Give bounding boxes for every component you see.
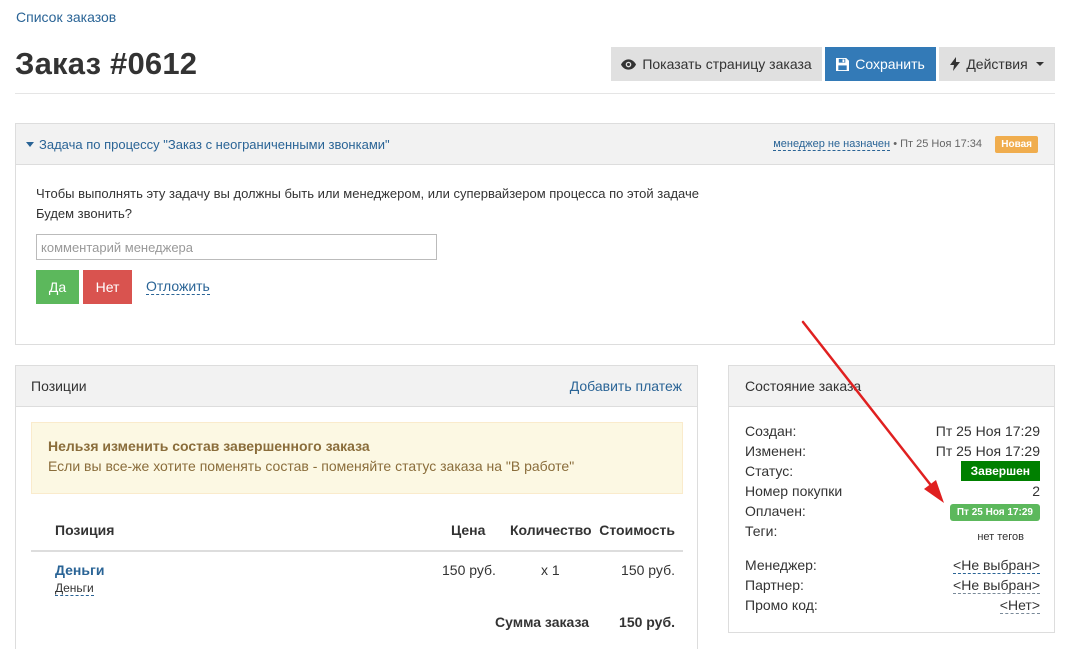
column-header-quantity: Количество <box>510 522 592 538</box>
tags-value: нет тегов <box>977 531 1024 543</box>
paid-badge: Пт 25 Ноя 17:29 <box>949 504 1040 521</box>
task-time: • Пт 25 Ноя 17:34 <box>893 138 982 150</box>
yes-button[interactable]: Да <box>36 270 79 304</box>
item-price: 150 руб. <box>442 562 496 578</box>
status-badge: Завершен <box>960 461 1040 481</box>
positions-panel: Позиции Добавить платеж Нельзя изменить … <box>15 365 698 649</box>
order-sum-label: Сумма заказа <box>495 614 590 630</box>
positions-title: Позиции <box>31 378 87 394</box>
show-order-page-button[interactable]: Показать страницу заказа <box>611 47 822 81</box>
task-title-toggle[interactable]: Задача по процессу "Заказ с неограниченн… <box>26 137 390 152</box>
order-state-header: Состояние заказа <box>729 366 1054 407</box>
item-cost: 150 руб. <box>621 562 675 578</box>
column-header-cost: Стоимость <box>599 522 675 538</box>
postpone-link[interactable]: Отложить <box>146 278 210 295</box>
modified-row: Изменен: Пт 25 Ноя 17:29 <box>745 443 1040 463</box>
modified-value: Пт 25 Ноя 17:29 <box>935 443 1040 459</box>
alert-text: Если вы все-же хотите поменять состав - … <box>48 458 575 474</box>
manager-label: Менеджер: <box>745 557 817 573</box>
item-quantity: x 1 <box>541 562 560 578</box>
manager-comment-input[interactable] <box>36 234 437 260</box>
actions-label: Действия <box>966 56 1028 72</box>
partner-select-link[interactable]: <Не выбран> <box>953 577 1040 594</box>
column-header-position: Позиция <box>55 522 115 538</box>
created-row: Создан: Пт 25 Ноя 17:29 <box>745 423 1040 443</box>
tags-row: Теги: нет тегов <box>745 523 1040 543</box>
alert-title: Нельзя изменить состав завершенного зака… <box>48 438 370 454</box>
promo-label: Промо код: <box>745 597 818 613</box>
partner-row: Партнер: <Не выбран> <box>745 577 1040 597</box>
task-permission-text: Чтобы выполнять эту задачу вы должны быт… <box>36 186 699 201</box>
item-name-link[interactable]: Деньги <box>55 562 104 578</box>
purchase-label: Номер покупки <box>745 483 843 499</box>
order-sum-value: 150 руб. <box>619 614 675 630</box>
partner-label: Партнер: <box>745 577 804 593</box>
purchase-row: Номер покупки 2 <box>745 483 1040 503</box>
tags-label: Теги: <box>745 523 778 539</box>
table-header-divider <box>31 550 683 552</box>
paid-row: Оплачен: Пт 25 Ноя 17:29 <box>745 503 1040 523</box>
task-panel-header: Задача по процессу "Заказ с неограниченн… <box>16 124 1054 165</box>
status-label: Статус: <box>745 463 794 479</box>
manager-not-assigned-link[interactable]: менеджер не назначен <box>773 138 891 151</box>
status-badge-new: Новая <box>995 136 1038 153</box>
paid-label: Оплачен: <box>745 503 806 519</box>
positions-panel-header: Позиции Добавить платеж <box>16 366 697 407</box>
item-sub-link[interactable]: Деньги <box>55 581 94 596</box>
created-value: Пт 25 Ноя 17:29 <box>935 423 1040 439</box>
breadcrumb-orders-list[interactable]: Список заказов <box>16 9 116 25</box>
modified-label: Изменен: <box>745 443 807 459</box>
task-meta: менеджер не назначен • Пт 25 Ноя 17:34 <box>773 138 982 151</box>
manager-row: Менеджер: <Не выбран> <box>745 557 1040 577</box>
lightning-bolt-icon <box>950 57 961 71</box>
manager-select-link[interactable]: <Не выбран> <box>953 557 1040 574</box>
order-state-panel: Состояние заказа Создан: Пт 25 Ноя 17:29… <box>728 365 1055 633</box>
no-button[interactable]: Нет <box>83 270 132 304</box>
caret-down-icon <box>26 142 34 147</box>
task-title-text: Задача по процессу "Заказ с неограниченн… <box>39 137 390 152</box>
show-order-page-label: Показать страницу заказа <box>642 56 812 72</box>
task-question: Будем звонить? <box>36 206 133 221</box>
warning-alert: Нельзя изменить состав завершенного зака… <box>31 422 683 494</box>
promo-code-link[interactable]: <Нет> <box>999 597 1040 614</box>
created-label: Создан: <box>745 423 797 439</box>
task-panel: Задача по процессу "Заказ с неограниченн… <box>15 123 1055 345</box>
chevron-down-icon <box>1035 62 1044 66</box>
eye-icon <box>621 58 637 70</box>
promo-row: Промо код: <Нет> <box>745 597 1040 617</box>
floppy-disk-icon <box>836 57 850 71</box>
order-state-title: Состояние заказа <box>745 378 862 394</box>
page-title: Заказ #0612 <box>15 46 198 81</box>
column-header-price: Цена <box>451 522 486 538</box>
header-divider <box>15 93 1055 94</box>
save-button[interactable]: Сохранить <box>825 47 936 81</box>
actions-dropdown-button[interactable]: Действия <box>939 47 1055 81</box>
save-label: Сохранить <box>855 56 925 72</box>
add-payment-link[interactable]: Добавить платеж <box>570 378 682 394</box>
purchase-value: 2 <box>1032 483 1040 499</box>
status-row: Статус: Завершен <box>745 461 1040 483</box>
